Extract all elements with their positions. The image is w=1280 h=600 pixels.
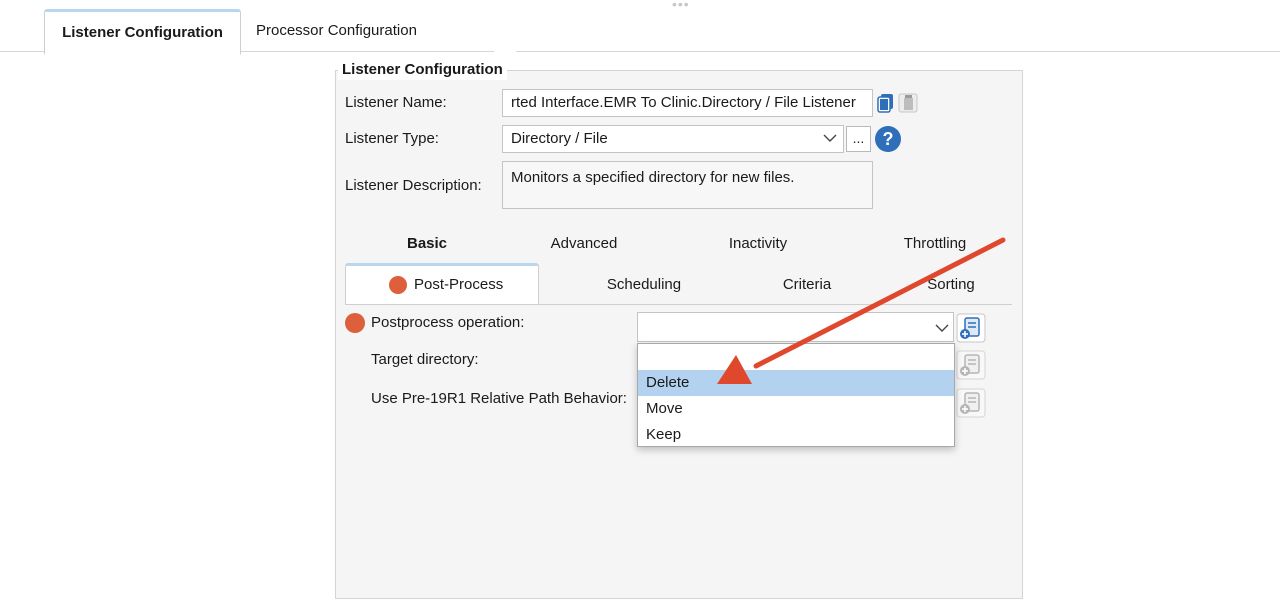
tab-sorting[interactable]: Sorting: [901, 275, 1001, 295]
add-variable-icon: [956, 350, 986, 380]
option-empty[interactable]: [638, 344, 954, 370]
listener-description-field: Monitors a specified directory for new f…: [502, 161, 873, 209]
postprocess-operation-select[interactable]: [637, 312, 954, 342]
option-delete[interactable]: Delete: [638, 370, 954, 396]
listener-name-input[interactable]: rted Interface.EMR To Clinic.Directory /…: [502, 89, 873, 117]
required-indicator-icon: [345, 313, 365, 333]
tab-processor-configuration[interactable]: Processor Configuration: [242, 10, 431, 52]
listener-type-label: Listener Type:: [345, 130, 439, 147]
legacy-path-behavior-label: Use Pre-19R1 Relative Path Behavior:: [371, 390, 627, 407]
tab-criteria[interactable]: Criteria: [757, 275, 857, 295]
listener-type-value: Directory / File: [511, 130, 608, 147]
paste-icon[interactable]: [898, 93, 918, 113]
listener-name-label: Listener Name:: [345, 94, 447, 111]
postprocess-operation-dropdown: Delete Move Keep: [637, 343, 955, 447]
listener-description-label: Listener Description:: [345, 177, 482, 194]
tab-advanced[interactable]: Advanced: [534, 234, 634, 254]
tab-inactivity[interactable]: Inactivity: [708, 234, 808, 254]
tab-basic[interactable]: Basic: [387, 234, 467, 254]
add-variable-icon: [956, 388, 986, 418]
required-indicator-icon: [389, 276, 407, 294]
postprocess-operation-label: Postprocess operation:: [371, 314, 525, 331]
tab-post-process[interactable]: Post-Process: [345, 263, 539, 304]
tab-post-process-label: Post-Process: [414, 276, 504, 293]
listener-type-select[interactable]: Directory / File: [502, 125, 844, 153]
chevron-down-icon: [823, 134, 837, 142]
listener-type-browse-button[interactable]: ...: [846, 126, 871, 152]
option-keep[interactable]: Keep: [638, 422, 954, 448]
tab-listener-configuration[interactable]: Listener Configuration: [44, 9, 241, 55]
top-tab-bar: Listener Configuration Processor Configu…: [0, 0, 1280, 55]
subtab-divider: [345, 304, 1012, 305]
group-title: Listener Configuration: [338, 60, 507, 80]
tab-notch: [494, 47, 516, 55]
tab-throttling[interactable]: Throttling: [885, 234, 985, 254]
help-icon[interactable]: ?: [875, 126, 901, 152]
option-move[interactable]: Move: [638, 396, 954, 422]
add-variable-icon[interactable]: [956, 313, 986, 343]
chevron-down-icon: [935, 324, 949, 332]
tab-scheduling[interactable]: Scheduling: [594, 275, 694, 295]
copy-icon[interactable]: [876, 93, 896, 113]
target-directory-label: Target directory:: [371, 351, 479, 368]
